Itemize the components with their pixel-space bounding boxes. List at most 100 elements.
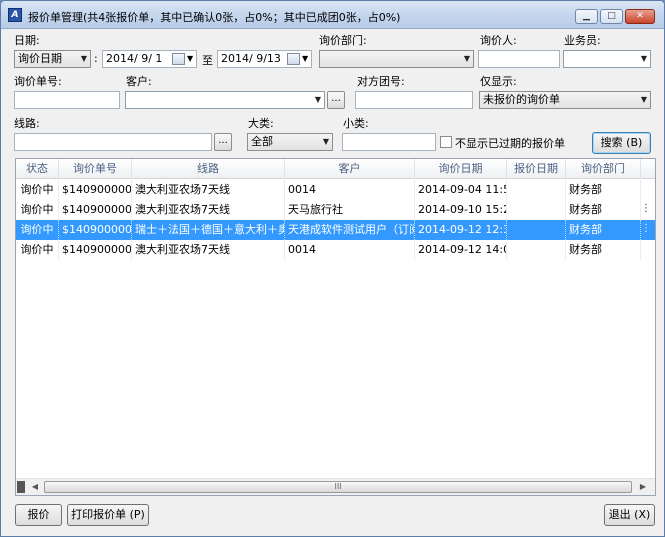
inquiry-dept-select[interactable]: ▼ (319, 50, 474, 68)
quote-table[interactable]: 状态 询价单号 线路 客户 询价日期 报价日期 询价部门 询价中 $140900… (15, 158, 656, 496)
app-icon: A (8, 8, 22, 22)
cell-route: 澳大利亚农场7天线 (132, 200, 285, 220)
salesman-select[interactable]: ▼ (563, 50, 651, 68)
cell-inquiry-no: $14090000003 (59, 220, 132, 240)
scroll-thumb[interactable]: III (44, 481, 632, 493)
cell-quote-date (507, 180, 566, 200)
horizontal-scrollbar[interactable]: ◀ III ▶ (16, 478, 655, 495)
print-quote-button[interactable]: 打印报价单 (P) (67, 504, 149, 526)
scroll-left-arrow-icon[interactable]: ◀ (28, 479, 42, 495)
chevron-down-icon[interactable]: ▼ (302, 51, 308, 67)
route-input[interactable] (14, 133, 212, 151)
table-header: 状态 询价单号 线路 客户 询价日期 报价日期 询价部门 (16, 159, 655, 179)
cell-customer: 0014 (285, 240, 415, 260)
cell-status: 询价中 (16, 220, 59, 240)
cell-inquiry-no: $14090000002 (59, 200, 132, 220)
date-type-select[interactable]: 询价日期 ▼ (14, 50, 91, 68)
cell-inquiry-date: 2014-09-12 14:09 (415, 240, 507, 260)
date-to-picker[interactable]: 2014/ 9/13 ▼ (217, 50, 312, 68)
quote-management-window: A 报价单管理(共4张报价单，其中已确认0张，占0%；其中已成团0张，占0%) … (0, 0, 665, 537)
exit-button[interactable]: 退出 (X) (604, 504, 655, 526)
table-row[interactable]: 询价中 $14090000004 澳大利亚农场7天线 0014 2014-09-… (16, 240, 655, 260)
cell-status: 询价中 (16, 200, 59, 220)
column-header-quote-date[interactable]: 报价日期 (507, 159, 566, 179)
group-no-input[interactable] (355, 91, 473, 109)
chevron-down-icon: ▼ (640, 54, 647, 63)
cell-route: 澳大利亚农场7天线 (132, 240, 285, 260)
quote-button[interactable]: 报价 (15, 504, 62, 526)
show-only-label: 仅显示: (480, 75, 517, 88)
cell-inquiry-no: $14090000004 (59, 240, 132, 260)
hide-expired-checkbox[interactable] (440, 136, 452, 148)
cell-customer: 天马旅行社 (285, 200, 415, 220)
chevron-down-icon: ▼ (463, 54, 470, 63)
cell-inquiry-dept: 财务部 (566, 200, 641, 220)
column-header-status[interactable]: 状态 (16, 159, 59, 179)
date-type-value: 询价日期 (18, 52, 62, 65)
close-button[interactable]: ✕ (625, 9, 655, 24)
cell-quote-date (507, 240, 566, 260)
column-header-inquiry-no[interactable]: 询价单号 (59, 159, 132, 179)
cell-quote-date (507, 200, 566, 220)
chevron-down-icon: ▼ (322, 137, 329, 146)
group-no-label: 对方团号: (357, 75, 405, 88)
cell-inquiry-date: 2014-09-12 12:30 (415, 220, 507, 240)
window-title: 报价单管理(共4张报价单，其中已确认0张，占0%；其中已成团0张，占0%) (28, 11, 401, 24)
date-label: 日期: (14, 34, 40, 47)
cell-inquiry-dept: 财务部 (566, 240, 641, 260)
chevron-down-icon: ▼ (314, 95, 321, 104)
category-label: 大类: (248, 117, 274, 130)
cell-route: 澳大利亚农场7天线 (132, 180, 285, 200)
customer-browse-button[interactable]: ... (327, 91, 345, 109)
customer-select[interactable]: ▼ (125, 91, 325, 109)
inquirer-input[interactable] (478, 50, 560, 68)
route-label: 线路: (14, 117, 40, 130)
minimize-button[interactable]: ▁ (575, 9, 598, 24)
scroll-marker (17, 481, 25, 493)
route-browse-button[interactable]: ... (214, 133, 232, 151)
cell-route: 瑞士＋法国＋德国＋意大利＋奥地利 (132, 220, 285, 240)
column-overflow-indicator: ⋮ (641, 203, 651, 214)
cell-inquiry-dept: 财务部 (566, 180, 641, 200)
calendar-icon[interactable] (172, 53, 185, 65)
customer-label: 客户: (126, 75, 152, 88)
title-bar[interactable]: A 报价单管理(共4张报价单，其中已确认0张，占0%；其中已成团0张，占0%) … (1, 1, 664, 29)
chevron-down-icon: ▼ (80, 54, 87, 63)
table-row[interactable]: 询价中 $14090000001 澳大利亚农场7天线 0014 2014-09-… (16, 180, 655, 200)
search-button[interactable]: 搜索 (B) (592, 132, 651, 154)
cell-inquiry-date: 2014-09-04 11:57 (415, 180, 507, 200)
calendar-icon[interactable] (287, 53, 300, 65)
cell-customer: 天港成软件测试用户（订阅者） (285, 220, 415, 240)
cell-status: 询价中 (16, 240, 59, 260)
hide-expired-label[interactable]: 不显示已过期的报价单 (455, 135, 565, 151)
date-to-value: 2014/ 9/13 (221, 52, 281, 65)
cell-customer: 0014 (285, 180, 415, 200)
show-only-select[interactable]: 未报价的询价单 ▼ (479, 91, 651, 109)
subcategory-label: 小类: (343, 117, 369, 130)
date-from-picker[interactable]: 2014/ 9/ 1 ▼ (102, 50, 197, 68)
inquiry-no-label: 询价单号: (14, 75, 62, 88)
scroll-right-arrow-icon[interactable]: ▶ (636, 479, 650, 495)
column-header-inquiry-dept[interactable]: 询价部门 (566, 159, 641, 179)
category-value: 全部 (251, 135, 273, 148)
column-header-inquiry-date[interactable]: 询价日期 (415, 159, 507, 179)
salesman-label: 业务员: (564, 34, 601, 47)
column-overflow-indicator: ⋮ (641, 223, 651, 234)
cell-inquiry-no: $14090000001 (59, 180, 132, 200)
chevron-down-icon[interactable]: ▼ (187, 51, 193, 67)
table-row-selected[interactable]: 询价中 $14090000003 瑞士＋法国＋德国＋意大利＋奥地利 天港成软件测… (16, 220, 655, 240)
subcategory-input[interactable] (342, 133, 436, 151)
cell-inquiry-dept: 财务部 (566, 220, 641, 240)
inquiry-no-input[interactable] (14, 91, 120, 109)
inquirer-label: 询价人: (480, 34, 517, 47)
date-from-value: 2014/ 9/ 1 (106, 52, 163, 65)
cell-quote-date (507, 220, 566, 240)
column-header-route[interactable]: 线路 (132, 159, 285, 179)
column-header-customer[interactable]: 客户 (285, 159, 415, 179)
category-select[interactable]: 全部 ▼ (247, 133, 333, 151)
maximize-button[interactable]: □ (600, 9, 623, 24)
colon-label: : (94, 52, 98, 65)
show-only-value: 未报价的询价单 (483, 93, 560, 106)
chevron-down-icon: ▼ (640, 95, 647, 104)
table-row[interactable]: 询价中 $14090000002 澳大利亚农场7天线 天马旅行社 2014-09… (16, 200, 655, 220)
